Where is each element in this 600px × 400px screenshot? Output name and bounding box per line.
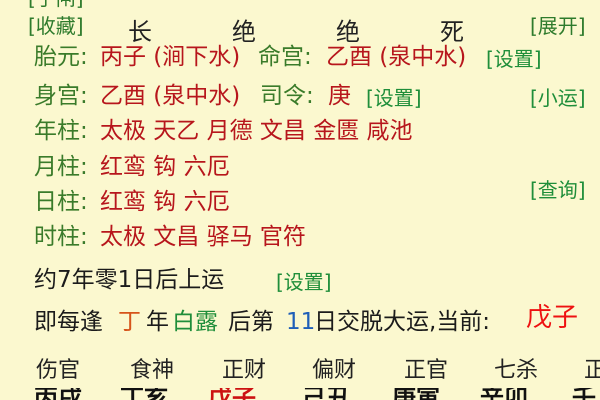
ten-god-2: 食神 (130, 358, 175, 383)
ten-god-5: 正官 (404, 358, 449, 383)
life-palace-value: 乙酉 (泉中水) (326, 44, 467, 70)
ten-god-4: 偏财 (312, 358, 357, 383)
collect-button[interactable]: [收藏] (28, 12, 84, 40)
hour-pillar-label: 时柱: (34, 224, 88, 250)
luck-transition-row: 即每逢 丁 年 白露 后第 11 日交脱大运,当前: 戊子 (0, 304, 600, 342)
stage-4: 死 (440, 18, 464, 46)
day-pillar-label: 日柱: (34, 189, 88, 215)
luck-set-button[interactable]: [设置] (276, 268, 332, 296)
month-pillar-stars: 红鸾 钩 六厄 (100, 154, 230, 180)
luck-pillar-7[interactable]: 壬 (572, 388, 596, 400)
hour-pillar-stars: 太极 文昌 驿马 官符 (100, 224, 306, 250)
luck-transition-after: 后第 (228, 309, 274, 335)
luck-transition-suffix: 日交脱大运,当前: (314, 309, 491, 335)
body-palace-value: 乙酉 (泉中水) (100, 83, 241, 109)
luck-pillar-2[interactable]: 丁亥 (120, 388, 168, 400)
luck-transition-days: 11 (286, 309, 316, 335)
ten-god-1: 伤官 (36, 358, 81, 383)
small-luck-button[interactable]: [小运] (530, 84, 586, 112)
luck-start-row: 约7年零1日后上运 [设置] (0, 266, 600, 300)
luck-transition-stem: 丁 (118, 309, 141, 335)
year-pillar-stars: 太极 天乙 月德 文昌 金匮 咸池 (100, 118, 413, 144)
current-luck: 戊子 (526, 303, 579, 333)
ten-god-3: 正财 (222, 358, 267, 383)
life-palace-label: 命宫: (258, 44, 312, 70)
luck-pillar-6[interactable]: 辛卯 (480, 388, 528, 400)
commander-label: 司令: (260, 83, 314, 109)
month-pillar-row: 月柱: 红鸾 钩 六厄 (0, 153, 600, 187)
day-pillar-stars: 红鸾 钩 六厄 (100, 189, 230, 215)
stage-1: 长 (128, 18, 152, 46)
body-palace-row: 身宫: 乙酉 (泉中水) 司令: 庚 [设置] [小运] (0, 82, 600, 116)
luck-transition-year: 年 (146, 309, 169, 335)
fetal-label: 胎元: (34, 44, 88, 70)
month-pillar-label: 月柱: (34, 154, 88, 180)
hour-pillar-row: 时柱: 太极 文昌 驿马 官符 (0, 223, 600, 257)
luck-pillar-1[interactable]: 丙戌 (34, 388, 82, 400)
ten-god-6: 七杀 (494, 358, 539, 383)
luck-transition-prefix: 即每逢 (34, 309, 103, 335)
luck-transition-term: 白露 (172, 309, 218, 335)
query-button[interactable]: [查询] (530, 176, 586, 204)
fetal-value: 丙子 (涧下水) (100, 44, 241, 70)
stage-3: 绝 (336, 18, 360, 46)
year-pillar-row: 年柱: 太极 天乙 月德 文昌 金匮 咸池 (0, 117, 600, 151)
luck-pillar-3[interactable]: 戊子 (208, 388, 256, 400)
stage-2: 绝 (232, 18, 256, 46)
expand-button[interactable]: [展开] (530, 12, 586, 40)
luck-pillar-4[interactable]: 己丑 (302, 388, 350, 400)
luck-pillars-cutoff-row: 丙戌 丁亥 戊子 己丑 庚寅 辛卯 壬 (0, 388, 600, 400)
ten-gods-row: 伤官 食神 正财 偏财 正官 七杀 正 (0, 352, 600, 386)
fetal-set-button[interactable]: [设置] (486, 45, 542, 73)
header-row: [收藏] 长 绝 绝 死 [展开] (0, 10, 600, 46)
fetal-palace-row: 胎元: 丙子 (涧下水) 命宫: 乙酉 (泉中水) [设置] (0, 43, 600, 77)
luck-pillar-5[interactable]: 庚寅 (392, 388, 440, 400)
commander-value: 庚 (328, 83, 351, 109)
body-set-button[interactable]: [设置] (366, 84, 422, 112)
luck-start-text: 约7年零1日后上运 (34, 267, 225, 293)
year-pillar-label: 年柱: (34, 118, 88, 144)
bazi-chart-screen: [手闸] [收藏] 长 绝 绝 死 [展开] 胎元: 丙子 (涧下水) 命宫: … (0, 0, 600, 400)
ten-god-7: 正 (584, 358, 600, 383)
day-pillar-row: 日柱: 红鸾 钩 六厄 [查询] (0, 178, 600, 222)
body-palace-label: 身宫: (34, 83, 88, 109)
